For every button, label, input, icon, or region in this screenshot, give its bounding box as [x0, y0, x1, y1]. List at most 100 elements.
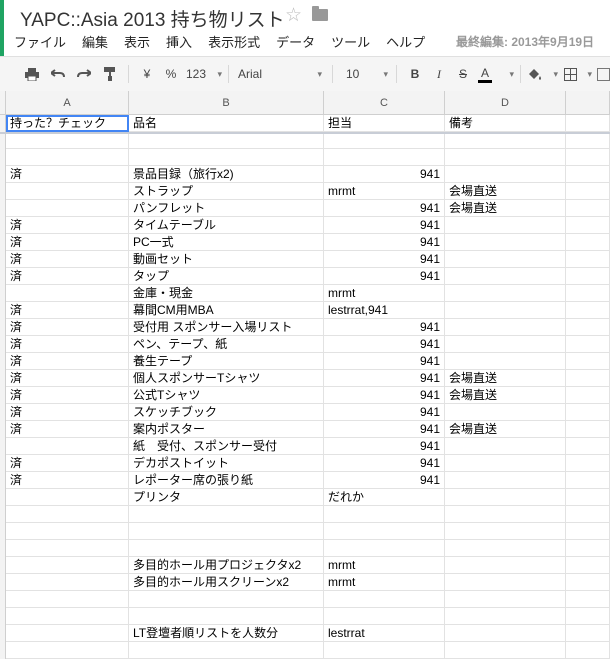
grid-cell[interactable]: [566, 183, 610, 200]
fill-color-dropdown[interactable]: [528, 63, 558, 85]
grid-cell[interactable]: [6, 574, 129, 591]
grid-cell[interactable]: 済: [6, 268, 129, 285]
column-header-c[interactable]: C: [324, 91, 445, 115]
bold-button[interactable]: B: [406, 63, 424, 85]
grid-cell[interactable]: 済: [6, 302, 129, 319]
grid-cell[interactable]: 941: [324, 234, 445, 251]
grid-cell[interactable]: 済: [6, 370, 129, 387]
grid-cell[interactable]: 済: [6, 234, 129, 251]
grid-cell[interactable]: [6, 523, 129, 540]
grid-cell[interactable]: 動画セット: [129, 251, 324, 268]
grid-cell[interactable]: [445, 285, 566, 302]
grid-cell[interactable]: [566, 387, 610, 404]
grid-cell[interactable]: 済: [6, 421, 129, 438]
grid-cell[interactable]: [6, 591, 129, 608]
grid-cell[interactable]: [566, 319, 610, 336]
strikethrough-button[interactable]: S: [454, 63, 472, 85]
grid-cell[interactable]: [566, 285, 610, 302]
grid-cell[interactable]: [566, 302, 610, 319]
menu-item[interactable]: 挿入: [166, 32, 192, 52]
grid-cell[interactable]: 941: [324, 166, 445, 183]
grid-cell[interactable]: [566, 353, 610, 370]
grid-cell[interactable]: [324, 540, 445, 557]
grid-cell[interactable]: [6, 285, 129, 302]
grid-cell[interactable]: 941: [324, 353, 445, 370]
grid-cell[interactable]: ペン、テープ、紙: [129, 336, 324, 353]
header-cell-owner[interactable]: 担当: [324, 115, 445, 132]
grid-cell[interactable]: [445, 625, 566, 642]
grid-cell[interactable]: [6, 642, 129, 659]
frozen-row-divider[interactable]: [0, 132, 610, 134]
grid-cell[interactable]: [324, 608, 445, 625]
grid-cell[interactable]: [324, 506, 445, 523]
grid-cell[interactable]: 941: [324, 455, 445, 472]
menu-item[interactable]: データ: [276, 32, 315, 52]
grid-cell[interactable]: [324, 132, 445, 149]
grid-cell[interactable]: [445, 523, 566, 540]
grid-cell[interactable]: 済: [6, 455, 129, 472]
grid-cell[interactable]: [445, 302, 566, 319]
grid-cell[interactable]: [566, 268, 610, 285]
menu-item[interactable]: ツール: [331, 32, 370, 52]
grid-cell[interactable]: 済: [6, 166, 129, 183]
grid-cell[interactable]: [445, 336, 566, 353]
grid-cell[interactable]: 会場直送: [445, 387, 566, 404]
grid-cell[interactable]: 941: [324, 421, 445, 438]
grid-cell[interactable]: 多目的ホール用スクリーンx2: [129, 574, 324, 591]
header-cell-note[interactable]: 備考: [445, 115, 566, 132]
grid-cell[interactable]: [566, 336, 610, 353]
menu-item[interactable]: 編集: [82, 32, 108, 52]
grid-cell[interactable]: [445, 472, 566, 489]
grid-cell[interactable]: [566, 404, 610, 421]
column-header-e[interactable]: [566, 91, 610, 115]
grid-cell[interactable]: [445, 438, 566, 455]
font-size-dropdown[interactable]: 10: [346, 63, 388, 85]
grid-cell[interactable]: [6, 506, 129, 523]
grid-cell[interactable]: [566, 234, 610, 251]
grid-cell[interactable]: lestrrat,941: [324, 302, 445, 319]
grid-cell[interactable]: mrmt: [324, 285, 445, 302]
grid-cell[interactable]: [445, 591, 566, 608]
grid-cell[interactable]: 会場直送: [445, 370, 566, 387]
grid-cell[interactable]: [6, 183, 129, 200]
grid-cell[interactable]: 941: [324, 387, 445, 404]
grid-cell[interactable]: 済: [6, 404, 129, 421]
grid-cell[interactable]: [324, 642, 445, 659]
grid-cell[interactable]: 多目的ホール用プロジェクタx2: [129, 557, 324, 574]
grid-cell[interactable]: [129, 591, 324, 608]
grid-cell[interactable]: [566, 574, 610, 591]
grid-cell[interactable]: [6, 625, 129, 642]
grid-cell[interactable]: 済: [6, 387, 129, 404]
grid-cell[interactable]: 941: [324, 319, 445, 336]
grid-cell[interactable]: 941: [324, 370, 445, 387]
grid-cell[interactable]: [566, 642, 610, 659]
star-icon[interactable]: ☆: [285, 4, 302, 27]
grid-cell[interactable]: [566, 625, 610, 642]
grid-cell[interactable]: [566, 438, 610, 455]
grid-cell[interactable]: mrmt: [324, 557, 445, 574]
menu-item[interactable]: ヘルプ: [386, 32, 425, 52]
grid-cell[interactable]: [445, 404, 566, 421]
grid-cell[interactable]: 941: [324, 472, 445, 489]
grid-cell[interactable]: 公式Tシャツ: [129, 387, 324, 404]
grid-cell[interactable]: [129, 149, 324, 166]
grid-cell[interactable]: [129, 608, 324, 625]
grid-cell[interactable]: プリンタ: [129, 489, 324, 506]
grid-cell[interactable]: lestrrat: [324, 625, 445, 642]
print-icon[interactable]: [22, 63, 42, 85]
grid-cell[interactable]: [566, 132, 610, 149]
grid-cell[interactable]: タイムテーブル: [129, 217, 324, 234]
grid-cell[interactable]: スケッチブック: [129, 404, 324, 421]
grid-cell[interactable]: [129, 642, 324, 659]
grid-cell[interactable]: 済: [6, 353, 129, 370]
grid-cell[interactable]: [445, 506, 566, 523]
column-header-a[interactable]: A: [6, 91, 129, 115]
grid-cell[interactable]: 受付用 スポンサー入場リスト: [129, 319, 324, 336]
grid-cell[interactable]: 会場直送: [445, 200, 566, 217]
grid-cell[interactable]: mrmt: [324, 183, 445, 200]
grid-cell[interactable]: 941: [324, 251, 445, 268]
grid-cell[interactable]: [6, 149, 129, 166]
redo-icon[interactable]: [74, 63, 94, 85]
grid-cell[interactable]: 養生テープ: [129, 353, 324, 370]
grid-cell[interactable]: デカポストイット: [129, 455, 324, 472]
